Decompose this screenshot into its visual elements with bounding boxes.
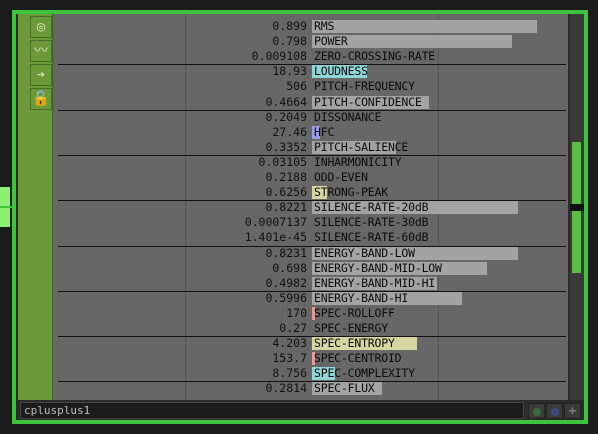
channel-row: 18.93 LOUDNESS	[53, 64, 568, 79]
channel-value: 0.009108	[251, 49, 307, 64]
channel-label: LOUDNESS	[314, 64, 368, 79]
channel-label: PITCH-CONFIDENCE	[314, 94, 422, 109]
channel-value: 0.8221	[265, 200, 307, 215]
channel-label: ENERGY-BAND-HI	[314, 290, 409, 305]
scroll-divider	[570, 204, 584, 211]
channel-label: INHARMONICITY	[314, 154, 402, 169]
operator-name[interactable]: cplusplus1	[20, 402, 524, 419]
channel-row: 0.3352 PITCH-SALIENCE	[53, 140, 568, 155]
green-dot-button[interactable]	[528, 403, 545, 419]
channel-row: 1.401e-45 SILENCE-RATE-60dB	[53, 230, 568, 245]
channel-label: POWER	[314, 34, 348, 49]
channel-row: 0.4664 PITCH-CONFIDENCE	[53, 95, 568, 110]
channel-value: 0.698	[272, 260, 307, 275]
channel-label: ENERGY-BAND-MID-LOW	[314, 260, 442, 275]
channel-label: PITCH-FREQUENCY	[314, 79, 415, 94]
channel-row: 0.03105 INHARMONICITY	[53, 155, 568, 170]
channel-row: 0.009108 ZERO-CROSSING-RATE	[53, 49, 568, 64]
channel-label: PITCH-SALIENCE	[314, 139, 409, 154]
channel-label: DISSONANCE	[314, 109, 382, 124]
scroll-thumb-bottom[interactable]	[572, 211, 581, 273]
left-connector-line	[0, 206, 12, 208]
channel-value: 27.46	[272, 124, 307, 139]
channel-row: 0.798 POWER	[53, 34, 568, 49]
channel-label: HFC	[314, 124, 335, 139]
lock-open-icon[interactable]: 🔓	[30, 88, 52, 110]
target-icon[interactable]: ◎	[30, 16, 52, 38]
channel-row: 0.8221 SILENCE-RATE-20dB	[53, 200, 568, 215]
channel-value: 18.93	[272, 64, 307, 79]
channel-label: RMS	[314, 19, 335, 33]
channel-value: 170	[286, 305, 307, 320]
channel-value: 0.5996	[265, 290, 307, 305]
arrow-right-icon[interactable]: ➔	[30, 64, 52, 86]
channel-row: 0.6256 STRONG-PEAK	[53, 185, 568, 200]
channel-bar	[312, 20, 537, 33]
channel-row: 0.5996 ENERGY-BAND-HI	[53, 291, 568, 306]
channel-row: 0.27 SPEC-ENERGY	[53, 321, 568, 336]
channel-value: 0.2049	[265, 109, 307, 124]
channel-value: 0.8231	[265, 245, 307, 260]
blue-dot-button[interactable]	[546, 403, 563, 419]
channel-value: 0.3352	[265, 139, 307, 154]
channel-row: 506 PITCH-FREQUENCY	[53, 79, 568, 94]
channel-label: ZERO-CROSSING-RATE	[314, 49, 436, 64]
channel-value: 4.203	[272, 336, 307, 351]
channel-value: 1.401e-45	[244, 230, 307, 245]
graph-icon[interactable]: 〰	[30, 40, 52, 62]
channel-label: SPEC-ENERGY	[314, 321, 388, 335]
channel-value: 0.4982	[265, 275, 307, 290]
channel-row: 0.698 ENERGY-BAND-MID-LOW	[53, 261, 568, 276]
status-bar: cplusplus1 ✚	[18, 402, 581, 420]
channel-label: ENERGY-BAND-MID-HI	[314, 275, 436, 290]
channel-value: 0.899	[272, 19, 307, 33]
channel-label: SPEC-FLUX	[314, 381, 375, 396]
channel-label: SPEC-ROLLOFF	[314, 305, 395, 320]
channel-value: 8.756	[272, 366, 307, 381]
channel-row: 0.2049 DISSONANCE	[53, 110, 568, 125]
channel-row: 27.46 HFC	[53, 125, 568, 140]
channel-row: 0.2188 ODD-EVEN	[53, 170, 568, 185]
add-button[interactable]: ✚	[564, 403, 581, 419]
channel-label: STRONG-PEAK	[314, 185, 388, 200]
channel-label: SPEC-CENTROID	[314, 351, 402, 366]
channel-table: 0.899 RMS 0.798 POWER 0.009108 ZERO-CROSSING-…	[53, 14, 568, 400]
channel-label: ENERGY-BAND-LOW	[314, 245, 415, 260]
channel-value: 0.2814	[265, 381, 307, 396]
channel-value: 0.798	[272, 34, 307, 49]
channel-row: 0.8231 ENERGY-BAND-LOW	[53, 246, 568, 261]
channel-value: 0.0007137	[244, 215, 307, 230]
channel-row: 4.203 SPEC-ENTROPY	[53, 336, 568, 351]
channel-label: SILENCE-RATE-60dB	[314, 230, 429, 245]
channel-value: 153.7	[272, 351, 307, 366]
channel-row: 0.899 RMS	[53, 19, 568, 34]
channel-row: 0.2814 SPEC-FLUX	[53, 381, 568, 396]
channel-label: SILENCE-RATE-30dB	[314, 215, 429, 230]
channel-value: 0.03105	[258, 154, 307, 169]
channel-value: 0.4664	[265, 94, 307, 109]
channel-label: SILENCE-RATE-20dB	[314, 200, 429, 215]
channel-value: 506	[286, 79, 307, 94]
channel-value: 0.6256	[265, 185, 307, 200]
plus-icon: ✚	[568, 403, 577, 418]
channel-row: 8.756 SPEC-COMPLEXITY	[53, 366, 568, 381]
green-dot-icon	[533, 408, 541, 416]
channel-value: 0.27	[279, 321, 307, 335]
channel-label: SPEC-ENTROPY	[314, 336, 395, 351]
blue-dot-icon	[551, 408, 559, 416]
channel-row: 170 SPEC-ROLLOFF	[53, 306, 568, 321]
channel-value: 0.2188	[265, 170, 307, 184]
channel-label: ODD-EVEN	[314, 170, 368, 184]
scroll-thumb-top[interactable]	[572, 142, 581, 204]
vertical-scrollbar[interactable]	[570, 14, 584, 400]
channel-label: SPEC-COMPLEXITY	[314, 366, 415, 381]
channel-row: 153.7 SPEC-CENTROID	[53, 351, 568, 366]
channel-row: 0.0007137 SILENCE-RATE-30dB	[53, 215, 568, 230]
channel-row: 0.4982 ENERGY-BAND-MID-HI	[53, 276, 568, 291]
